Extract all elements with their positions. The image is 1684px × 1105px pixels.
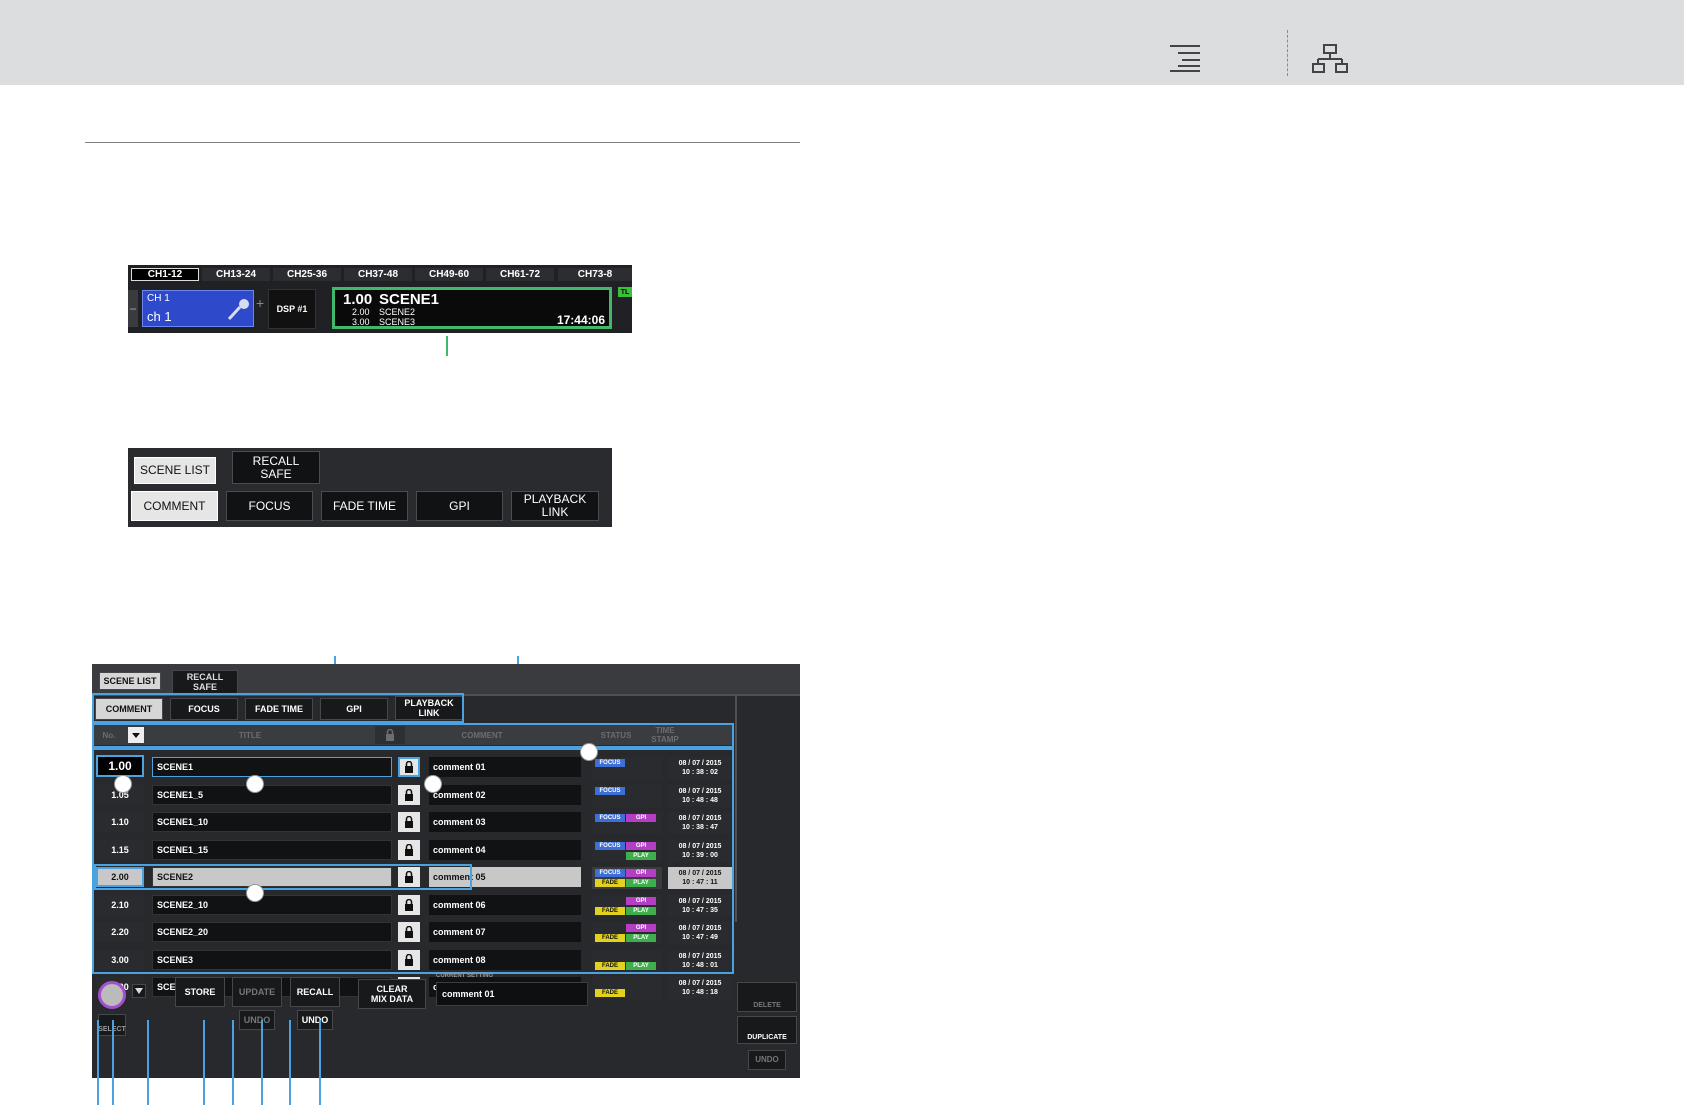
tab-recall-safe[interactable]: RECALL SAFE [172, 670, 238, 694]
timeline-badge: TL [618, 287, 632, 297]
callout-line [112, 1020, 114, 1105]
update-button[interactable]: UPDATE [232, 977, 282, 1007]
current-scene-number: 1.00 [343, 291, 373, 308]
microphone-icon [227, 299, 249, 321]
current-setting-label: CURRENT SETTING [436, 973, 493, 979]
time-stamp: 08 / 07 / 2015 10 : 48 : 18 [668, 977, 732, 999]
next-scene-title: SCENE3 [379, 317, 416, 327]
scene-list-tabs-panel: SCENE LIST RECALL SAFE COMMENT FOCUS FAD… [128, 448, 612, 527]
section-rule [85, 142, 800, 143]
sitemap-icon[interactable] [1312, 44, 1348, 74]
channel-name: ch 1 [147, 309, 172, 324]
list-divider [735, 694, 737, 922]
next-scene-title: SCENE2 [379, 307, 416, 317]
channel-tab[interactable]: CH1-12 [131, 268, 199, 281]
next-scene-number: 3.00 [352, 317, 370, 327]
scene-list-window: SCENE LIST RECALL SAFE COMMENT FOCUS FAD… [92, 664, 800, 1078]
scroll-down-button[interactable] [132, 984, 146, 998]
callout-line [203, 1020, 205, 1105]
delete-button[interactable]: DELETE [737, 982, 797, 1012]
tab-scene-list[interactable]: SCENE LIST [134, 457, 216, 484]
callout-line [446, 336, 448, 356]
callout-line [289, 1020, 291, 1105]
undo-side-button[interactable]: UNDO [748, 1050, 786, 1070]
selected-channel[interactable]: CH 1 ch 1 [142, 290, 254, 327]
current-setting-field[interactable]: comment 01 [436, 982, 588, 1006]
time-stamp-time: 10 : 48 : 18 [682, 989, 718, 996]
table-of-contents-icon[interactable] [1168, 44, 1202, 72]
channel-tab[interactable]: CH25-36 [273, 268, 341, 281]
tab-scene-list[interactable]: SCENE LIST [99, 672, 161, 690]
callout-line [261, 1020, 263, 1105]
channel-tab[interactable]: CH13-24 [202, 268, 270, 281]
callout-marker [580, 743, 598, 761]
status-tag-fade: FADE [595, 989, 625, 997]
scene-memory-area[interactable]: 1.00 SCENE1 2.00 SCENE2 3.00 SCENE3 17:4… [332, 287, 612, 329]
dsp-button[interactable]: DSP #1 [268, 289, 316, 329]
callout-line [97, 1020, 99, 1105]
top-bar [0, 0, 1684, 85]
channel-tab[interactable]: CH49-60 [415, 268, 483, 281]
callout-marker [246, 775, 264, 793]
store-button[interactable]: STORE [175, 977, 225, 1007]
view-focus-button[interactable]: FOCUS [226, 491, 313, 521]
current-scene-title: SCENE1 [379, 291, 440, 308]
view-buttons-highlight [92, 693, 464, 723]
view-playback-link-button[interactable]: PLAYBACK LINK [511, 491, 599, 521]
callout-marker [246, 884, 264, 902]
duplicate-button-label: DUPLICATE [747, 1034, 787, 1041]
chevron-down-icon [135, 988, 143, 994]
callout-line [147, 1020, 149, 1105]
channel-id: CH 1 [147, 293, 170, 304]
callout-line [319, 1020, 321, 1105]
callout-line [232, 1020, 234, 1105]
column-header-highlight [92, 723, 734, 748]
time-stamp-date: 08 / 07 / 2015 [678, 980, 722, 987]
delete-button-label: DELETE [753, 1002, 781, 1009]
view-gpi-button[interactable]: GPI [416, 491, 503, 521]
duplicate-button[interactable]: DUPLICATE [737, 1016, 797, 1044]
scene-memory-display: CH1-12 CH13-24 CH25-36 CH37-48 CH49-60 CH61-7… [128, 265, 632, 333]
callout-marker [424, 775, 442, 793]
view-comment-button[interactable]: COMMENT [131, 491, 218, 521]
undo-recall-button[interactable]: UNDO [297, 1010, 333, 1030]
scene-select-knob[interactable] [98, 981, 126, 1009]
channel-tab[interactable]: CH37-48 [344, 268, 412, 281]
plus-icon: + [256, 295, 265, 311]
undo-update-button[interactable]: UNDO [239, 1010, 275, 1030]
channel-tab[interactable]: CH73-8 [558, 268, 632, 281]
clear-mix-data-button[interactable]: CLEAR MIX DATA [358, 979, 426, 1009]
tab-recall-safe[interactable]: RECALL SAFE [232, 451, 320, 484]
minus-icon[interactable]: − [128, 290, 138, 327]
channel-tab[interactable]: CH61-72 [486, 268, 554, 281]
scene-list-highlight [92, 748, 734, 974]
scene-clock: 17:44:06 [556, 313, 605, 327]
header-separator [1287, 30, 1288, 76]
callout-marker [114, 775, 132, 793]
next-scene-number: 2.00 [352, 307, 370, 317]
view-fade-time-button[interactable]: FADE TIME [321, 491, 408, 521]
recall-button[interactable]: RECALL [290, 977, 340, 1007]
